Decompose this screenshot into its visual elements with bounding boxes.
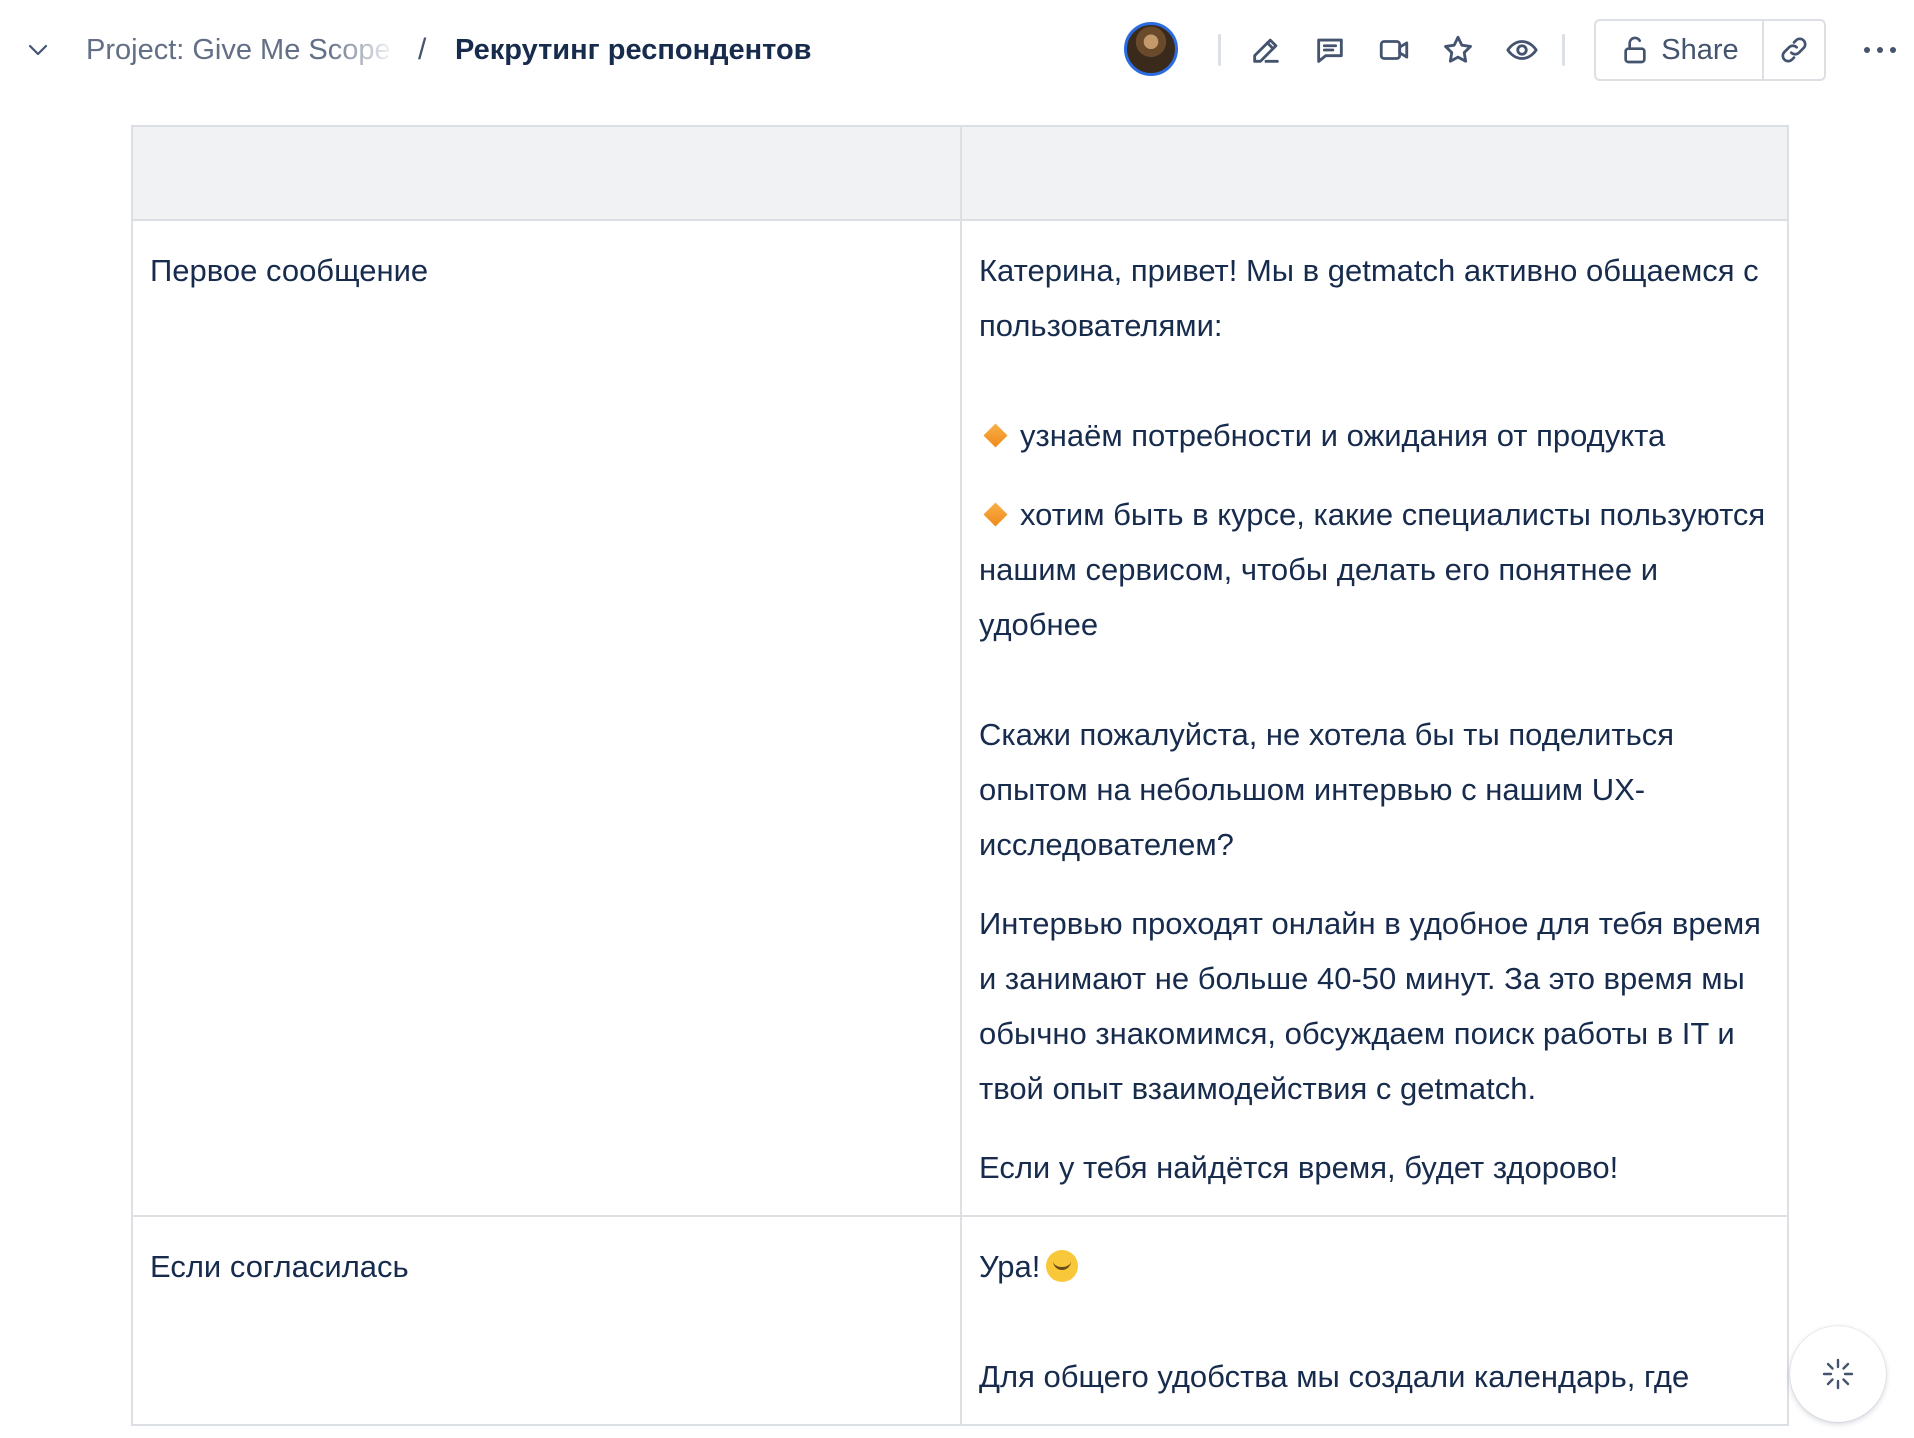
- more-icon: [1864, 47, 1896, 53]
- message-paragraph: Если у тебя найдётся время, будет здоров…: [979, 1150, 1619, 1185]
- message-text: Ура!: [979, 1249, 1041, 1284]
- top-bar: Project: Give Me Scope / Рекрутинг респо…: [0, 0, 1914, 100]
- bullet-item: узнаём потребности и ожидания от продукт…: [979, 408, 1770, 463]
- link-icon: [1781, 37, 1807, 63]
- bullet-item: хотим быть в курсе, какие специалисты по…: [979, 487, 1770, 652]
- table-cell-content[interactable]: Ура! Для общего удобства мы создали кале…: [960, 1215, 1789, 1426]
- row-label: Первое сообщение: [150, 253, 429, 288]
- orange-diamond-icon: [983, 502, 1008, 527]
- breadcrumb-separator: /: [418, 33, 427, 66]
- message-paragraph: Для общего удобства мы создали календарь…: [979, 1359, 1690, 1394]
- bullet-text: узнаём потребности и ожидания от продукт…: [1020, 418, 1666, 453]
- row-label: Если согласилась: [150, 1249, 409, 1284]
- edit-button[interactable]: [1242, 26, 1290, 74]
- message-paragraph: Ура!: [979, 1239, 1770, 1294]
- table-cell-content[interactable]: Катерина, привет! Мы в getmatch активно …: [960, 219, 1789, 1217]
- table-row: Первое сообщение Катерина, привет! Мы в …: [131, 219, 1789, 1217]
- orange-diamond-icon: [983, 423, 1008, 448]
- table-header-cell[interactable]: [960, 125, 1789, 221]
- breadcrumb-project-link[interactable]: Project: Give Me Scope: [86, 30, 396, 70]
- toolbar-divider: [1562, 34, 1565, 66]
- watch-button[interactable]: [1498, 26, 1546, 74]
- share-label: Share: [1661, 33, 1739, 66]
- message-paragraph: Интервью проходят онлайн в удобное для т…: [979, 906, 1761, 1106]
- hugging-face-icon: [1046, 1249, 1079, 1282]
- message-paragraph: Катерина, привет! Мы в getmatch активно …: [979, 253, 1759, 343]
- lock-open-icon: [1624, 36, 1646, 64]
- content-table: Первое сообщение Катерина, привет! Мы в …: [131, 125, 1789, 1426]
- more-actions-button[interactable]: [1856, 26, 1904, 74]
- star-icon: [1444, 35, 1472, 63]
- page-title: Рекрутинг респондентов: [455, 34, 812, 66]
- video-button[interactable]: [1370, 26, 1418, 74]
- table-header-cell[interactable]: [131, 125, 962, 221]
- chevron-down-icon: [28, 44, 48, 56]
- table-header-row: [131, 125, 1789, 221]
- message-paragraph: Скажи пожалуйста, не хотела бы ты подели…: [979, 717, 1675, 862]
- table-cell-label[interactable]: Первое сообщение: [131, 219, 962, 1217]
- share-button[interactable]: Share: [1596, 21, 1764, 79]
- ai-assistant-button[interactable]: [1790, 1326, 1886, 1422]
- star-button[interactable]: [1434, 26, 1482, 74]
- copy-link-button[interactable]: [1764, 21, 1824, 79]
- eye-icon: [1506, 40, 1538, 60]
- comment-button[interactable]: [1306, 26, 1354, 74]
- bullet-text: хотим быть в курсе, какие специалисты по…: [979, 497, 1766, 642]
- toolbar-divider: [1218, 34, 1221, 66]
- avatar[interactable]: [1124, 22, 1178, 76]
- comment-icon: [1317, 38, 1343, 63]
- video-icon: [1379, 40, 1409, 60]
- share-group: Share: [1594, 19, 1826, 81]
- collapse-button[interactable]: [22, 34, 54, 66]
- table-cell-label[interactable]: Если согласилась: [131, 1215, 962, 1426]
- table-row: Если согласилась Ура! Для общего удобств…: [131, 1215, 1789, 1426]
- sparkle-loader-icon: [1822, 1358, 1854, 1390]
- edit-icon: [1253, 38, 1279, 63]
